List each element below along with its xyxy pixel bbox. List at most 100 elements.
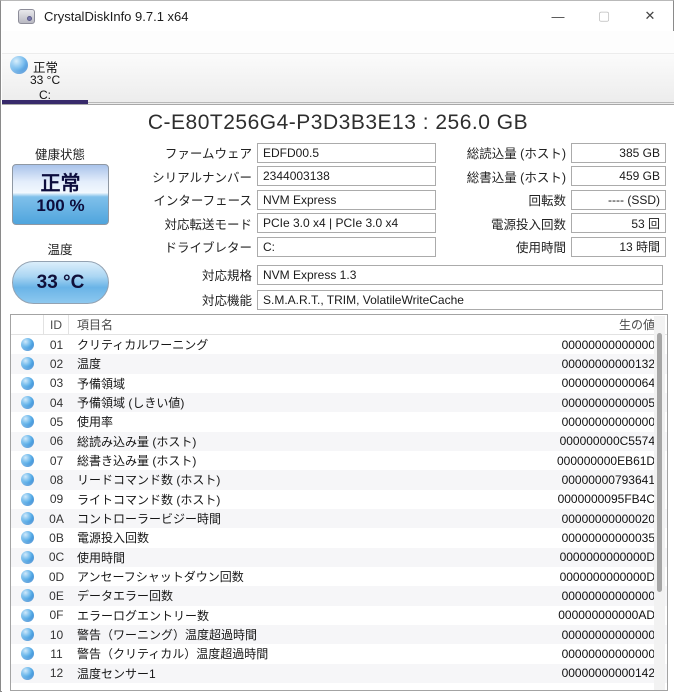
good-status-icon bbox=[21, 454, 34, 468]
menu-item[interactable] bbox=[130, 39, 150, 45]
minimize-button[interactable]: — bbox=[535, 1, 581, 31]
drive-tab-c[interactable]: 正常 33 °C C: bbox=[2, 54, 88, 104]
drive-status-icon bbox=[10, 56, 28, 74]
menu-item[interactable] bbox=[90, 39, 110, 45]
attribute-id: 0F bbox=[49, 608, 64, 623]
attribute-id: 0B bbox=[49, 530, 64, 545]
attribute-status-cell bbox=[11, 492, 44, 506]
disk-info-middle-column: ファームウェア EDFD00.5 シリアルナンバー 2344003138 インタ… bbox=[2, 141, 439, 259]
close-button[interactable]: ✕ bbox=[627, 1, 673, 31]
attribute-name: 使用率 bbox=[77, 415, 114, 430]
attribute-id: 0E bbox=[49, 588, 64, 603]
app-icon bbox=[18, 8, 35, 24]
menu-item[interactable] bbox=[110, 39, 130, 45]
attribute-name: アンセーフシャットダウン回数 bbox=[77, 570, 244, 585]
smart-attribute-row[interactable]: 02 温度 00000000000132 bbox=[11, 354, 667, 374]
info-row: 対応転送モード PCIe 3.0 x4 | PCIe 3.0 x4 bbox=[2, 212, 439, 236]
info-row: 回転数 ---- (SSD) bbox=[439, 188, 666, 212]
info-label: 使用時間 bbox=[515, 241, 566, 256]
smart-attribute-row[interactable]: 0E データエラー回数 00000000000000 bbox=[11, 586, 667, 606]
attribute-raw-value: 00000000793641 bbox=[561, 472, 655, 487]
drive-tab-strip: 正常 33 °C C: bbox=[2, 54, 674, 104]
attribute-name: 使用時間 bbox=[77, 550, 126, 565]
maximize-button[interactable]: ▢ bbox=[581, 1, 627, 31]
info-row: 使用時間 13 時間 bbox=[439, 235, 666, 259]
scrollbar-thumb[interactable] bbox=[657, 333, 662, 592]
info-row: ファームウェア EDFD00.5 bbox=[2, 141, 439, 165]
smart-table-rows: 01 クリティカルワーニング 00000000000000 02 温度 0000… bbox=[11, 335, 667, 683]
table-scrollbar[interactable] bbox=[654, 316, 665, 690]
attribute-name: ライトコマンド数 (ホスト) bbox=[77, 492, 221, 507]
attribute-raw-value: 00000000000005 bbox=[561, 395, 655, 410]
good-status-icon bbox=[21, 357, 34, 371]
smart-attribute-row[interactable]: 0D アンセーフシャットダウン回数 0000000000000D bbox=[11, 567, 667, 586]
info-row: 対応機能 S.M.A.R.T., TRIM, VolatileWriteCach… bbox=[2, 287, 666, 312]
smart-attribute-row[interactable]: 05 使用率 00000000000000 bbox=[11, 412, 667, 431]
good-status-icon bbox=[21, 589, 34, 603]
info-label: 総読込量 (ホスト) bbox=[466, 147, 566, 162]
attribute-raw-value: 00000000000035 bbox=[561, 530, 655, 545]
smart-attribute-row[interactable]: 06 総読み込み量 (ホスト) 000000000C5574 bbox=[11, 431, 667, 451]
attribute-id: 10 bbox=[49, 627, 64, 642]
smart-attribute-row[interactable]: 0B 電源投入回数 00000000000035 bbox=[11, 528, 667, 547]
attribute-name: コントローラービジー時間 bbox=[77, 512, 222, 527]
info-value-field: 385 GB bbox=[571, 142, 666, 163]
info-row: 対応規格 NVM Express 1.3 bbox=[2, 262, 666, 287]
smart-attribute-row[interactable]: 0F エラーログエントリー数 000000000000AD bbox=[11, 606, 667, 625]
title-bar: CrystalDiskInfo 9.7.1 x64 — ▢ ✕ bbox=[1, 1, 673, 31]
attribute-name: 予備領域 (しきい値) bbox=[77, 396, 185, 411]
menu-item[interactable] bbox=[10, 39, 30, 45]
attribute-name: エラーログエントリー数 bbox=[77, 608, 210, 623]
smart-attribute-row[interactable]: 11 警告（クリティカル）温度超過時間 00000000000000 bbox=[11, 644, 667, 663]
smart-attribute-row[interactable]: 01 クリティカルワーニング 00000000000000 bbox=[11, 335, 667, 354]
attribute-name: クリティカルワーニング bbox=[77, 338, 209, 353]
attribute-raw-value: 0000000095FB4C bbox=[557, 492, 655, 507]
attribute-raw-value: 0000000000000D bbox=[559, 550, 655, 565]
smart-attribute-row[interactable]: 04 予備領域 (しきい値) 00000000000005 bbox=[11, 392, 667, 413]
smart-attribute-row[interactable]: 12 温度センサー1 00000000000142 bbox=[11, 663, 667, 683]
smart-attribute-row[interactable]: 08 リードコマンド数 (ホスト) 00000000793641 bbox=[11, 470, 667, 490]
attribute-id: 0C bbox=[48, 550, 65, 565]
smart-attribute-row[interactable]: 10 警告（ワーニング）温度超過時間 00000000000000 bbox=[11, 624, 667, 645]
attribute-id: 03 bbox=[49, 376, 64, 391]
attribute-status-cell bbox=[11, 647, 44, 661]
info-label: ファームウェア bbox=[164, 147, 252, 162]
menu-item[interactable] bbox=[50, 39, 70, 45]
attribute-status-cell bbox=[11, 434, 44, 448]
smart-attribute-row[interactable]: 0A コントローラービジー時間 00000000000020 bbox=[11, 508, 667, 529]
good-status-icon bbox=[21, 550, 34, 564]
attribute-raw-value: 00000000000000 bbox=[561, 588, 655, 603]
attribute-status-cell bbox=[11, 357, 44, 371]
attribute-id: 08 bbox=[49, 472, 64, 487]
attribute-raw-value: 00000000000000 bbox=[561, 627, 655, 642]
header-name: 項目名 bbox=[77, 318, 114, 332]
attribute-id: 04 bbox=[49, 395, 64, 410]
good-status-icon bbox=[21, 608, 34, 622]
info-value-field: NVM Express bbox=[257, 189, 436, 210]
attribute-name: 総読み込み量 (ホスト) bbox=[77, 434, 197, 449]
smart-attribute-row[interactable]: 03 予備領域 00000000000064 bbox=[11, 374, 667, 393]
menu-item[interactable] bbox=[70, 39, 90, 45]
info-row: ドライブレター C: bbox=[2, 235, 439, 259]
smart-attribute-row[interactable]: 07 総書き込み量 (ホスト) 000000000EB61D bbox=[11, 451, 667, 470]
info-label: ドライブレター bbox=[164, 241, 252, 256]
disk-info-right-column: 総読込量 (ホスト) 385 GB 総書込量 (ホスト) 459 GB 回転数 … bbox=[439, 141, 666, 259]
attribute-id: 12 bbox=[49, 666, 64, 681]
attribute-name: 総書き込み量 (ホスト) bbox=[77, 454, 197, 469]
menu-item[interactable] bbox=[30, 39, 50, 45]
attribute-status-cell bbox=[11, 396, 44, 410]
attribute-status-cell bbox=[11, 608, 44, 622]
drive-tab-temperature: 33 °C bbox=[30, 73, 61, 87]
info-label: 対応転送モード bbox=[164, 217, 252, 232]
attribute-id: 09 bbox=[49, 492, 64, 507]
info-value-field: NVM Express 1.3 bbox=[257, 264, 663, 285]
attribute-raw-value: 00000000000132 bbox=[561, 356, 655, 371]
attribute-name: 電源投入回数 bbox=[77, 531, 150, 546]
good-status-icon bbox=[21, 570, 34, 584]
attribute-status-cell bbox=[11, 415, 44, 429]
good-status-icon bbox=[21, 647, 34, 661]
smart-attribute-row[interactable]: 09 ライトコマンド数 (ホスト) 0000000095FB4C bbox=[11, 490, 667, 509]
attribute-name: 温度センサー1 bbox=[77, 666, 156, 681]
smart-attribute-row[interactable]: 0C 使用時間 0000000000000D bbox=[11, 547, 667, 567]
attribute-raw-value: 00000000000064 bbox=[561, 376, 655, 391]
